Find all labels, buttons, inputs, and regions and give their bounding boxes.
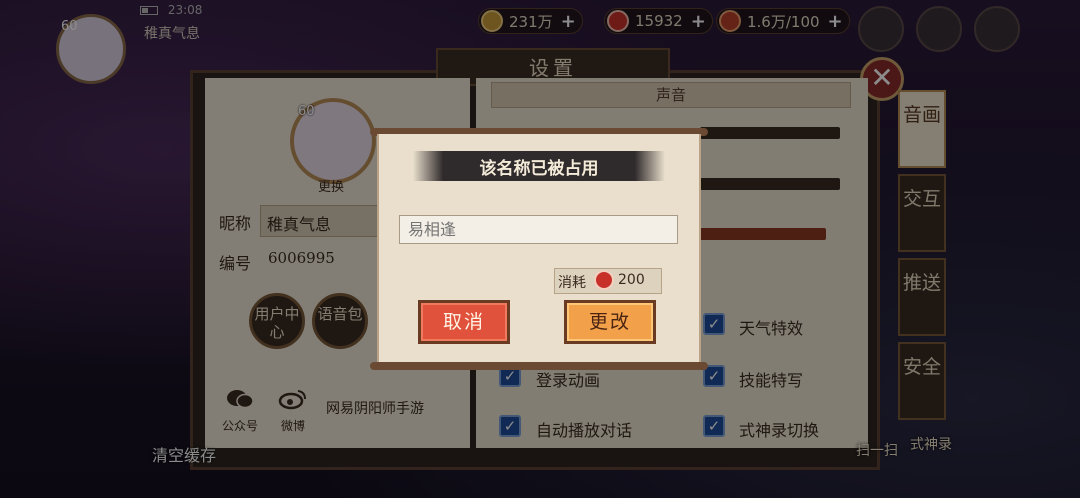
cancel-button[interactable]: 取消 — [418, 300, 510, 344]
scroll-rod-bottom — [370, 362, 708, 370]
dialog-title: 该名称已被占用 — [479, 159, 599, 179]
cost-label: 消耗 — [558, 275, 586, 291]
cost-value: 200 — [618, 272, 645, 288]
magatama-icon — [594, 270, 614, 290]
confirm-change-button[interactable]: 更改 — [564, 300, 656, 344]
new-name-input[interactable] — [399, 215, 678, 244]
